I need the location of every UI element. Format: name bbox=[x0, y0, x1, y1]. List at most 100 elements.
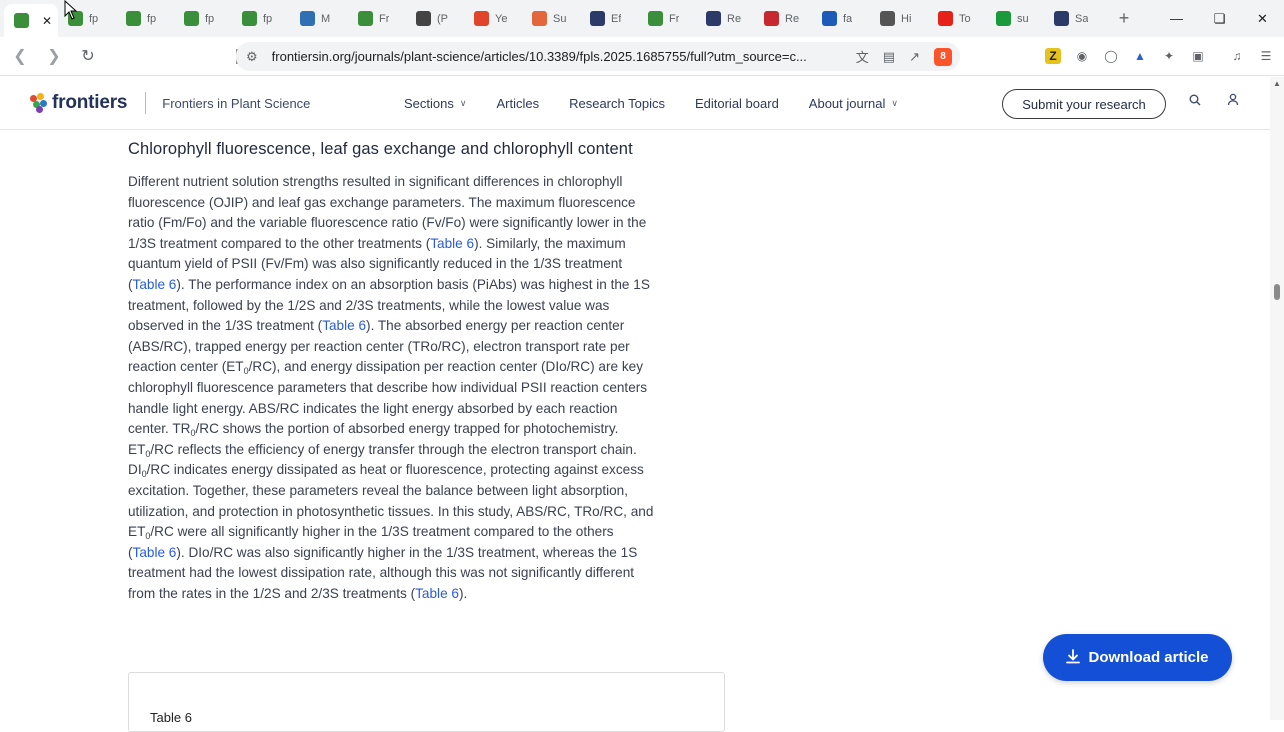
tab-title: su bbox=[1017, 12, 1029, 25]
nav-item-sections[interactable]: Sections ∨ bbox=[404, 96, 466, 111]
browser-tab[interactable]: Ye bbox=[464, 5, 522, 33]
nav-item-editorial-board[interactable]: Editorial board bbox=[695, 96, 779, 111]
arrow-icon bbox=[706, 11, 721, 26]
paragraph-line: ET0/RC reflects the efficiency of energy… bbox=[128, 440, 728, 461]
sidebar-icon[interactable]: ▣ bbox=[1190, 48, 1206, 64]
frontiers-icon bbox=[126, 11, 141, 26]
share-icon[interactable]: ↗ bbox=[909, 49, 920, 65]
table-6-link[interactable]: Table 6 bbox=[322, 318, 366, 333]
table-6-link[interactable]: Table 6 bbox=[415, 586, 459, 601]
header-divider bbox=[145, 92, 147, 114]
globe-icon bbox=[880, 11, 895, 26]
user-account-icon[interactable] bbox=[1227, 93, 1239, 109]
nav-item-research-topics[interactable]: Research Topics bbox=[569, 96, 665, 111]
browser-tab[interactable]: Re bbox=[754, 5, 812, 33]
extensions-puzzle-icon[interactable]: ✦ bbox=[1161, 48, 1177, 64]
browser-tab[interactable]: Sa bbox=[1044, 5, 1102, 33]
scroll-up-arrow-icon[interactable]: ▲ bbox=[1273, 79, 1281, 88]
text-run: DI bbox=[128, 462, 142, 478]
tab-list: ✕ fp fp fp fp M Fr (P Ye Su Ef Fr Re Re fa Hi To su Sa bbox=[0, 0, 1102, 37]
site-info-icon[interactable]: ⚙ bbox=[246, 49, 258, 65]
text-run: ). Similarly, the maximum bbox=[474, 235, 626, 251]
download-article-label: Download article bbox=[1088, 649, 1209, 666]
browser-tab[interactable]: Fr bbox=[638, 5, 696, 33]
tab-title: Hi bbox=[901, 12, 912, 25]
browser-tab[interactable]: Re bbox=[696, 5, 754, 33]
extension-zotero-icon[interactable]: Z bbox=[1045, 48, 1061, 64]
back-icon[interactable]: ❮ bbox=[6, 42, 34, 70]
download-article-button[interactable]: Download article bbox=[1043, 634, 1232, 681]
browser-tab-strip: ✕ fp fp fp fp M Fr (P Ye Su Ef Fr Re Re fa Hi To su Sa + —… bbox=[0, 0, 1284, 37]
tab-title: Fr bbox=[379, 12, 390, 25]
browser-tab[interactable]: (P bbox=[406, 5, 464, 33]
researchgate-icon bbox=[416, 11, 431, 26]
search-icon[interactable] bbox=[1189, 93, 1201, 109]
address-bar[interactable]: ⚙ frontiersin.org/journals/plant-science… bbox=[236, 42, 960, 71]
chevron-down-icon: ∨ bbox=[891, 97, 899, 108]
tab-title: Ye bbox=[495, 12, 508, 25]
browser-tab[interactable]: To bbox=[928, 5, 986, 33]
browser-tab[interactable]: ✕ bbox=[4, 4, 58, 37]
browser-tab[interactable]: Hi bbox=[870, 5, 928, 33]
browser-tab[interactable]: fp bbox=[116, 5, 174, 33]
forward-icon[interactable]: ❯ bbox=[40, 42, 68, 70]
browser-tab[interactable]: fp bbox=[174, 5, 232, 33]
menu-icon[interactable]: ☰ bbox=[1258, 48, 1274, 64]
browser-tab[interactable]: fp bbox=[232, 5, 290, 33]
scrollbar-thumb[interactable] bbox=[1274, 284, 1280, 300]
text-run: /RC), and energy dissipation per reactio… bbox=[248, 359, 644, 375]
journal-name[interactable]: Frontiers in Plant Science bbox=[162, 96, 310, 111]
text-run: (ABS/RC), trapped energy per reaction ce… bbox=[128, 338, 630, 354]
close-window-icon[interactable]: ✕ bbox=[1241, 0, 1284, 37]
mdpi-icon bbox=[300, 11, 315, 26]
text-run: center. TR bbox=[128, 421, 191, 437]
frontiers-icon bbox=[14, 13, 29, 28]
text-run: /RC indicates energy dissipated as heat … bbox=[146, 462, 644, 478]
brave-shields-icon[interactable]: 8 bbox=[934, 47, 952, 66]
submit-research-button[interactable]: Submit your research bbox=[1002, 89, 1166, 119]
browser-tab[interactable]: Ef bbox=[580, 5, 638, 33]
browser-tab[interactable]: fa bbox=[812, 5, 870, 33]
extension-cookie-icon[interactable]: ◉ bbox=[1074, 48, 1090, 64]
text-run: treatment had the lowest dissipation rat… bbox=[128, 565, 635, 581]
reader-mode-icon[interactable]: ▤ bbox=[883, 49, 895, 65]
paragraph-line: ET0/RC were all significantly higher in … bbox=[128, 522, 728, 543]
tab-close-icon[interactable]: ✕ bbox=[42, 14, 52, 28]
text-run: ratio (Fm/Fo) and the variable fluoresce… bbox=[128, 215, 647, 231]
browser-tab[interactable]: Fr bbox=[348, 5, 406, 33]
frontiers-logo[interactable]: frontiers bbox=[30, 92, 127, 114]
frontiers-icon bbox=[358, 11, 373, 26]
paragraph-line: (ABS/RC), trapped energy per reaction ce… bbox=[128, 337, 728, 358]
article-paragraph: Different nutrient solution strengths re… bbox=[128, 172, 728, 604]
reload-icon[interactable]: ↻ bbox=[74, 42, 102, 70]
extension-chart-icon[interactable]: ▲ bbox=[1132, 48, 1148, 64]
new-tab-button[interactable]: + bbox=[1110, 5, 1138, 33]
extension-icons: Z ◉ ◯ ▲ ✦ ▣ ♫ ☰ bbox=[1045, 48, 1274, 64]
page-scrollbar[interactable]: ▲ bbox=[1270, 77, 1284, 720]
paragraph-line: fluorescence (OJIP) and leaf gas exchang… bbox=[128, 193, 728, 214]
table-6-link[interactable]: Table 6 bbox=[133, 545, 177, 560]
media-icon[interactable]: ♫ bbox=[1229, 48, 1245, 64]
browser-tab[interactable]: su bbox=[986, 5, 1044, 33]
text-run: /RC shows the portion of absorbed energy… bbox=[195, 421, 619, 437]
paragraph-line: observed in the 1/3S treatment (Table 6)… bbox=[128, 316, 728, 337]
paragraph-line: center. TR0/RC shows the portion of abso… bbox=[128, 419, 728, 440]
text-run: from the rates in the 1/2S and 2/3S trea… bbox=[128, 585, 416, 601]
youtube-icon bbox=[938, 11, 953, 26]
translate-icon[interactable]: 文 bbox=[856, 47, 869, 66]
text-run: ). bbox=[458, 585, 468, 601]
minimize-icon[interactable]: — bbox=[1155, 0, 1198, 37]
table-6-link[interactable]: Table 6 bbox=[430, 236, 474, 251]
browser-tab[interactable]: M bbox=[290, 5, 348, 33]
extension-shield-icon[interactable]: ◯ bbox=[1103, 48, 1119, 64]
url-text[interactable]: frontiersin.org/journals/plant-science/a… bbox=[272, 49, 822, 64]
restore-icon[interactable]: ❏ bbox=[1198, 0, 1241, 37]
nav-item-articles[interactable]: Articles bbox=[496, 96, 539, 111]
tab-title: fp bbox=[147, 12, 157, 25]
browser-tab[interactable]: Su bbox=[522, 5, 580, 33]
brave-shields-count: 8 bbox=[940, 51, 946, 62]
paragraph-line: Different nutrient solution strengths re… bbox=[128, 172, 728, 193]
table-6-link[interactable]: Table 6 bbox=[133, 277, 177, 292]
nav-item-about-journal[interactable]: About journal ∨ bbox=[809, 96, 898, 111]
paragraph-line: chlorophyll fluorescence parameters that… bbox=[128, 378, 728, 399]
